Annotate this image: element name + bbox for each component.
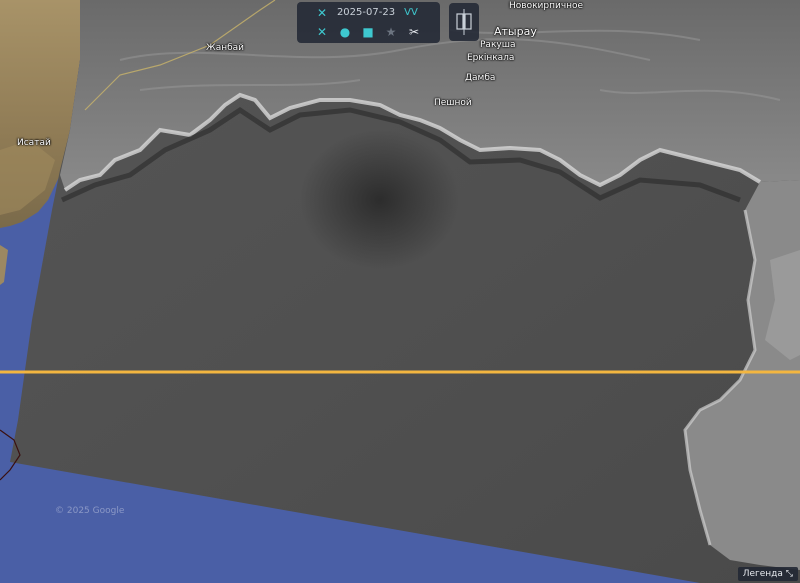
place-damba: Дамба: [465, 73, 496, 83]
sar-dark-slick: [300, 130, 460, 270]
scissors-icon[interactable]: ✂: [405, 23, 423, 41]
camera-icon[interactable]: ■: [359, 23, 377, 41]
map-pin-icon[interactable]: ●: [336, 23, 354, 41]
star-icon[interactable]: ★: [382, 23, 400, 41]
split-view-icon: [456, 9, 472, 35]
place-atyrau: Атырау: [494, 25, 537, 38]
expand-icon: ⤡: [785, 569, 793, 579]
scene-date-selector[interactable]: 2025-07-23: [331, 4, 401, 22]
legend-label: Легенда: [742, 569, 783, 579]
legend-button[interactable]: Легенда ⤡: [737, 567, 798, 581]
satellite-icon[interactable]: ✕: [313, 4, 331, 22]
place-peshnoy: Пешной: [434, 98, 472, 108]
place-rakusha: Ракуша: [480, 40, 516, 50]
place-isatai: Исатай: [17, 138, 51, 148]
map-copyright: © 2025 Google: [55, 506, 125, 516]
scene-toolbar: ✕ 2025-07-23 VV ✕ ● ■ ★ ✂: [297, 2, 440, 43]
split-view-button[interactable]: [449, 3, 479, 41]
polarization-selector[interactable]: VV: [399, 4, 423, 22]
satellite-icon[interactable]: ✕: [313, 23, 331, 41]
place-novokirpichnoe: Новокирпичное: [509, 1, 584, 11]
place-erkinkala: Еркінкала: [467, 53, 515, 63]
map-canvas[interactable]: [0, 0, 800, 583]
place-zhanbai: Жанбай: [206, 43, 245, 53]
